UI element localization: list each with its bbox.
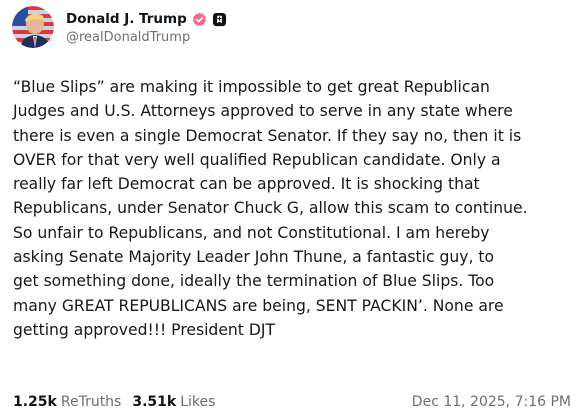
truth-post: Donald J. Trump @realDonaldTrump “Blue S… [0, 0, 584, 420]
avatar[interactable] [12, 6, 54, 48]
post-line: there is even a single Democrat Senator.… [13, 126, 522, 145]
author-names: Donald J. Trump @realDonaldTrump [66, 9, 227, 45]
post-line: Republicans, under Senator Chuck G, allo… [13, 199, 528, 218]
retruths-label: ReTruths [60, 394, 122, 410]
bookmark-badge-icon [212, 12, 227, 27]
verified-badge-icon [192, 12, 207, 27]
retruths-stat[interactable]: 1.25k ReTruths [13, 394, 121, 410]
likes-label: Likes [180, 394, 216, 410]
author-handle[interactable]: @realDonaldTrump [66, 30, 227, 45]
post-header: Donald J. Trump @realDonaldTrump [12, 4, 227, 50]
post-footer: 1.25k ReTruths 3.51k Likes Dec 11, 2025,… [13, 392, 571, 412]
post-line: So unfair to Republicans, and not Consti… [13, 223, 490, 242]
post-line: “Blue Slips” are making it impossible to… [13, 78, 490, 96]
post-line: OVER for that very well qualified Republ… [13, 150, 501, 169]
name-row: Donald J. Trump [66, 9, 227, 29]
likes-count: 3.51k [132, 394, 177, 410]
post-line: many GREAT REPUBLICANS are being, SENT P… [13, 296, 504, 315]
post-line: really far left Democrat can be approved… [13, 175, 480, 194]
post-line: get something done, ideally the terminat… [13, 272, 495, 291]
post-line: Judges and U.S. Attorneys approved to se… [13, 102, 513, 121]
author-display-name[interactable]: Donald J. Trump [66, 11, 187, 27]
post-line: getting approved!!! President DJT [13, 320, 276, 339]
retruths-count: 1.25k [13, 394, 57, 410]
likes-stat[interactable]: 3.51k Likes [132, 394, 215, 410]
post-line: asking Senate Majority Leader John Thune… [13, 248, 495, 267]
post-timestamp[interactable]: Dec 11, 2025, 7:16 PM [412, 394, 571, 410]
post-body: “Blue Slips” are making it impossible to… [13, 75, 583, 342]
